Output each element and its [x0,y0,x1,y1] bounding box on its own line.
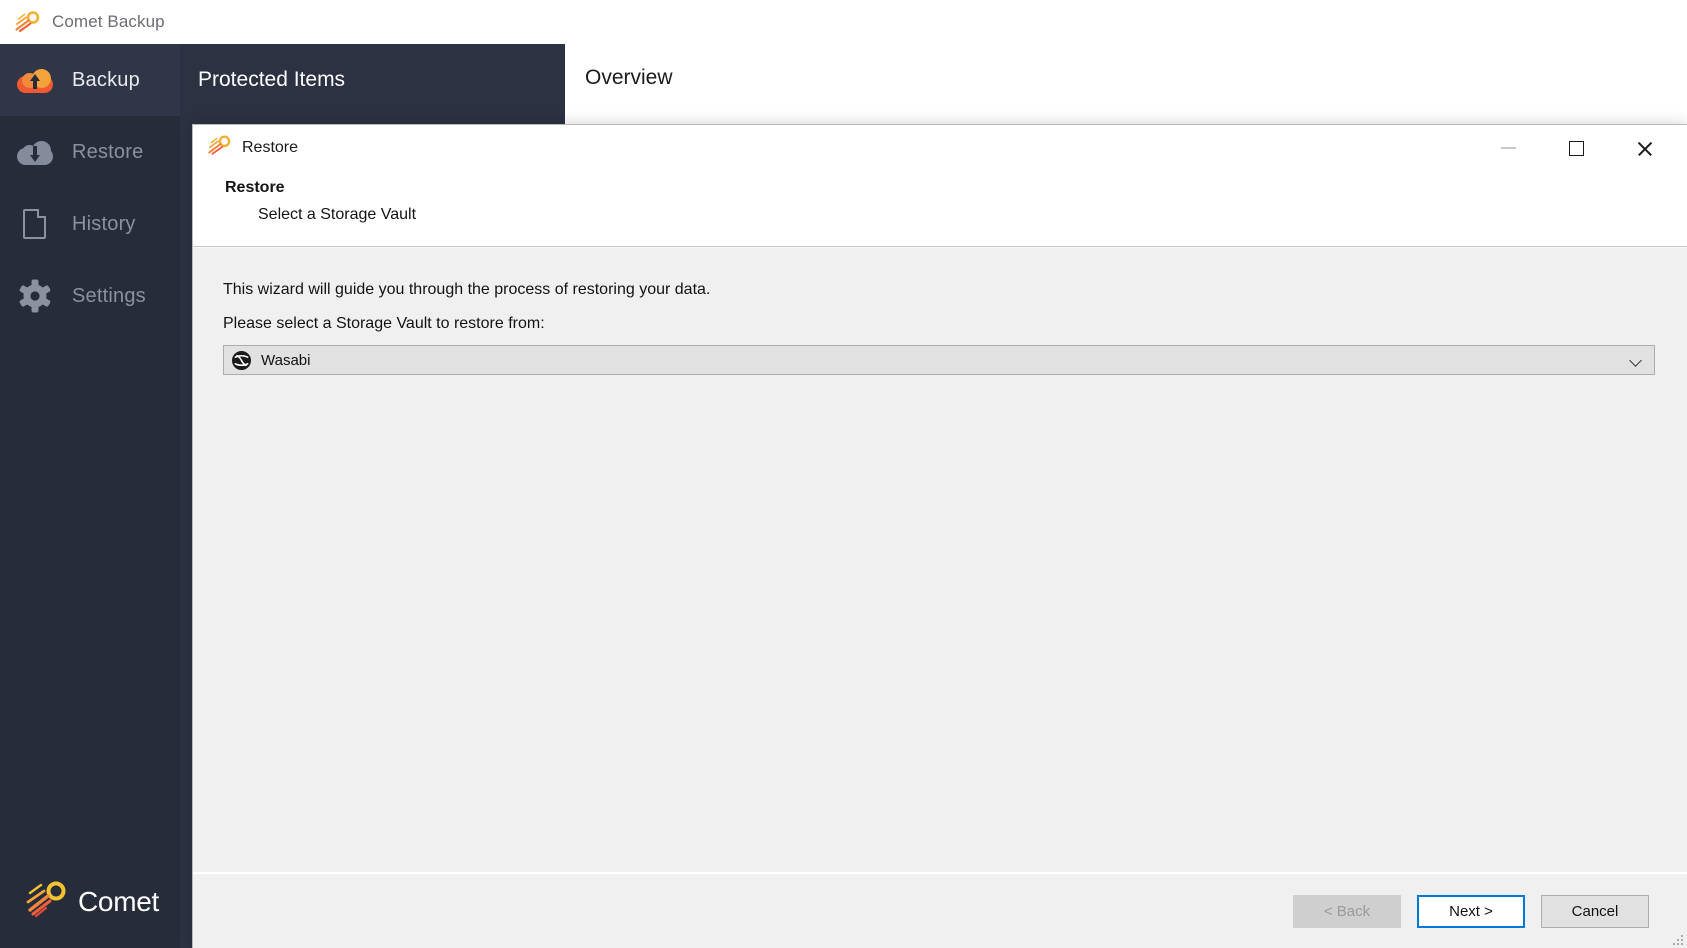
sidebar-item-label: Backup [72,68,140,91]
comet-icon [207,135,231,161]
comet-logo-icon-svg [26,881,66,917]
gear-icon-svg [19,279,51,313]
restore-dialog: Restore Restore Select a Storage Vault T… [192,124,1687,948]
dialog-heading-main: Restore [225,179,285,196]
wasabi-logo-icon-svg [232,350,251,370]
chevron-down-icon [1629,354,1642,367]
back-button[interactable]: < Back [1293,894,1401,928]
resize-grip[interactable] [1670,932,1683,945]
sidebar-item-restore[interactable]: Restore [0,116,180,188]
close-button[interactable] [1621,125,1668,171]
dialog-title: Restore [242,139,299,156]
comet-logo-text: Comet [78,886,159,917]
comet-icon [14,10,40,33]
sidebar-item-label: Restore [72,140,144,163]
sidebar-item-settings[interactable]: Settings [0,260,180,332]
app-title: Comet Backup [52,11,165,31]
dialog-heading-sub: Select a Storage Vault [258,206,417,223]
sidebar-item-backup[interactable]: Backup [0,44,180,116]
minimize-icon [1501,147,1516,149]
storage-vault-select[interactable]: Wasabi [223,345,1655,375]
vault-selected-label: Wasabi [261,351,311,369]
comet-icon-svg [208,135,231,155]
cloud-upload-icon [16,61,54,99]
maximize-icon [1569,140,1584,156]
sidebar-item-label: History [72,212,136,235]
comet-footer-logo: Comet [0,856,180,948]
tab-protected-items-label: Protected Items [198,68,346,91]
tab-protected-items[interactable]: Protected Items [180,44,565,116]
next-button-label: Next > [1449,902,1493,920]
sidebar-item-history[interactable]: History [0,188,180,260]
dialog-heading: Restore Select a Storage Vault [193,171,1687,247]
document-icon [16,205,54,243]
sidebar-item-label: Settings [72,284,146,307]
window-controls [1485,125,1687,171]
dialog-footer: < Back Next > Cancel [193,872,1687,948]
wasabi-logo-icon [232,350,251,370]
dialog-titlebar[interactable]: Restore [193,125,1687,171]
back-button-label: < Back [1323,902,1371,920]
cancel-button[interactable]: Cancel [1541,894,1649,928]
app-titlebar: Comet Backup [0,0,1687,44]
overview-title: Overview [585,66,673,89]
minimize-button[interactable] [1485,125,1532,171]
cancel-button-label: Cancel [1571,902,1619,920]
cloud-download-icon [16,133,54,171]
comet-logo-icon [22,880,68,925]
gear-icon [16,277,54,315]
dialog-body: This wizard will guide you through the p… [193,247,1687,872]
next-button[interactable]: Next > [1417,894,1525,928]
maximize-button[interactable] [1553,125,1600,171]
vault-prompt-text: Please select a Storage Vault to restore… [223,315,545,332]
wizard-intro-text: This wizard will guide you through the p… [223,281,711,298]
close-icon [1636,140,1653,157]
sidebar: Backup Restore History Settings Comet [0,44,180,948]
comet-icon-svg [15,10,40,32]
